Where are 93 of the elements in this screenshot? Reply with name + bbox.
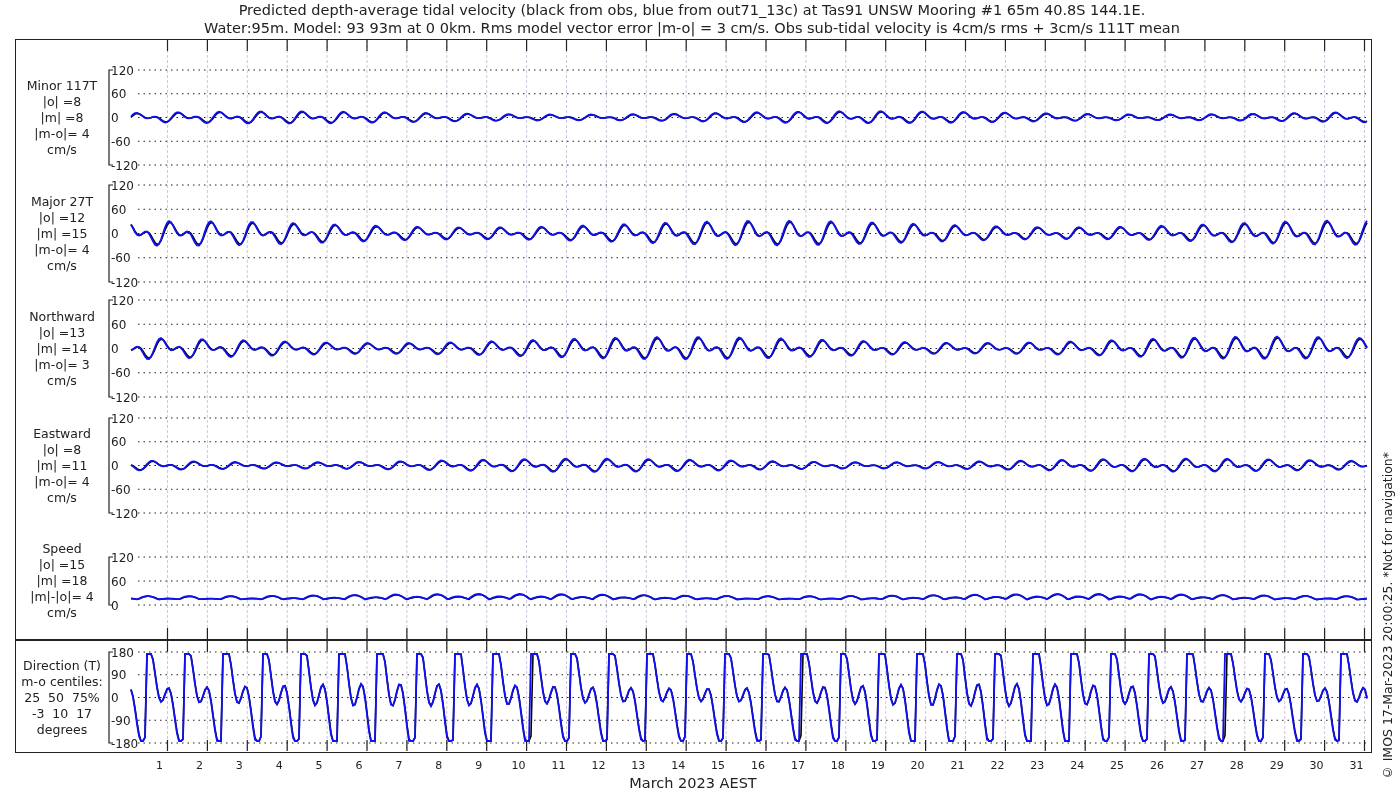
panel-label: |o| =15 [38, 557, 86, 573]
credit-text: © IMOS 17-Mar-2023 20:00:25. *Not for navigation* [1379, 451, 1395, 780]
tick-label: 16 [751, 759, 765, 772]
tick-label: 22 [990, 759, 1005, 772]
panel-label: m-o centiles: [21, 673, 103, 690]
tick-label: -180 [111, 736, 139, 751]
tick-label: 29 [1269, 759, 1284, 772]
tick-label: -60 [111, 134, 131, 149]
tick-label: -120 [111, 390, 139, 405]
tick-label: 120 [111, 293, 134, 308]
tick-label: 120 [111, 411, 134, 426]
tick-label: 120 [111, 550, 134, 565]
tick-label: 18 [830, 759, 845, 772]
tick-label: 60 [111, 202, 127, 217]
tick-label: 0 [111, 111, 119, 125]
panel-label: |m| =11 [36, 457, 88, 474]
tick-label: 3 [235, 759, 243, 772]
panel-label: cm/s [47, 372, 77, 389]
panel-label: cm/s [47, 489, 77, 506]
panel-label: Direction (T) [23, 657, 101, 674]
tick-label: -120 [111, 506, 139, 521]
tick-label: -120 [111, 158, 139, 173]
tick-label: 21 [950, 759, 965, 772]
panel-label: Northward [29, 308, 95, 325]
tick-label: 12 [591, 759, 606, 772]
tick-label: -60 [111, 482, 131, 497]
panel-label: cm/s [47, 605, 77, 621]
tick-label: 13 [631, 759, 646, 772]
tick-label: 10 [511, 759, 526, 772]
tick-label: 15 [711, 759, 726, 772]
tick-label: 14 [671, 759, 686, 772]
tick-label: 20 [910, 759, 925, 772]
axis-label: March 2023 AEST [628, 775, 758, 791]
tick-label: 31 [1349, 759, 1364, 772]
tick-label: 0 [111, 227, 119, 241]
tick-label: 26 [1150, 759, 1164, 772]
tick-label: 60 [111, 87, 127, 102]
panel-label: |m| =15 [36, 225, 88, 242]
tick-label: 7 [395, 759, 403, 772]
panel-label: cm/s [47, 141, 77, 158]
chart-title: Water:95m. Model: 93 93m at 0 0km. Rms model vector error |m-o| = 3 cm/s. Obs sub-tidal velocity is 4cm/s rms + 3cm/s 111T mean [204, 19, 1180, 37]
panel-label: |o| =12 [38, 209, 86, 226]
panel-label: |o| =8 [42, 93, 82, 110]
tick-label: 24 [1070, 759, 1085, 772]
panel-label: |m|-|o|= 4 [30, 589, 94, 605]
panel-label: |m-o|= 4 [34, 125, 90, 142]
tick-label: 19 [870, 759, 885, 772]
panel-label: cm/s [47, 257, 77, 274]
tick-label: 60 [111, 317, 127, 332]
panel-label: |m-o|= 3 [34, 356, 90, 373]
tick-label: 0 [111, 691, 119, 705]
panel-label: |m-o|= 4 [34, 473, 90, 490]
panel-label: Eastward [33, 425, 91, 442]
panel-label: |m-o|= 4 [34, 241, 90, 258]
panel-label: |m| =8 [40, 109, 84, 126]
tick-label: 1 [156, 759, 163, 772]
tick-label: 23 [1030, 759, 1045, 772]
tick-label: 6 [355, 759, 363, 772]
tick-label: -60 [111, 366, 131, 381]
panel-label: 25 50 75% [24, 689, 100, 706]
panel-label: |o| =8 [42, 441, 82, 458]
tick-label: -60 [111, 251, 131, 266]
tick-label: 90 [111, 668, 127, 683]
panel-label: -3 10 17 [31, 705, 93, 722]
tick-label: 0 [111, 459, 119, 473]
tick-label: 4 [275, 759, 283, 772]
tick-label: -90 [111, 713, 131, 728]
tick-label: 5 [315, 759, 323, 772]
tick-label: 8 [435, 759, 443, 772]
tick-label: 60 [111, 574, 127, 589]
tick-label: 60 [111, 435, 127, 450]
tick-label: 0 [111, 342, 119, 356]
panel-label: |m| =18 [36, 573, 88, 589]
chart-title: Predicted depth-average tidal velocity (black from obs, blue from out71_13c) at Tas91 UNSW Mooring #1 65m 40.8S 144.1E. [238, 1, 1146, 19]
panel-label: Minor 117T [26, 77, 98, 94]
tick-label: 0 [111, 598, 119, 613]
panel-label: Major 27T [30, 193, 94, 210]
tick-label: 27 [1189, 759, 1204, 772]
tick-label: 11 [551, 759, 566, 772]
panel-label: |o| =13 [38, 324, 86, 341]
panel-label: |m| =14 [36, 340, 88, 357]
tick-label: 2 [195, 759, 203, 772]
tick-label: 120 [111, 63, 134, 78]
tick-label: 17 [790, 759, 805, 772]
tick-label: 120 [111, 178, 134, 193]
panel-label: Speed [42, 541, 82, 557]
tick-label: 180 [111, 645, 134, 660]
tick-label: 28 [1229, 759, 1244, 772]
tick-label: 9 [475, 759, 483, 772]
panel-label: degrees [36, 721, 88, 738]
tick-label: -120 [111, 275, 139, 290]
tick-label: 25 [1110, 759, 1125, 772]
tick-label: 30 [1309, 759, 1324, 772]
